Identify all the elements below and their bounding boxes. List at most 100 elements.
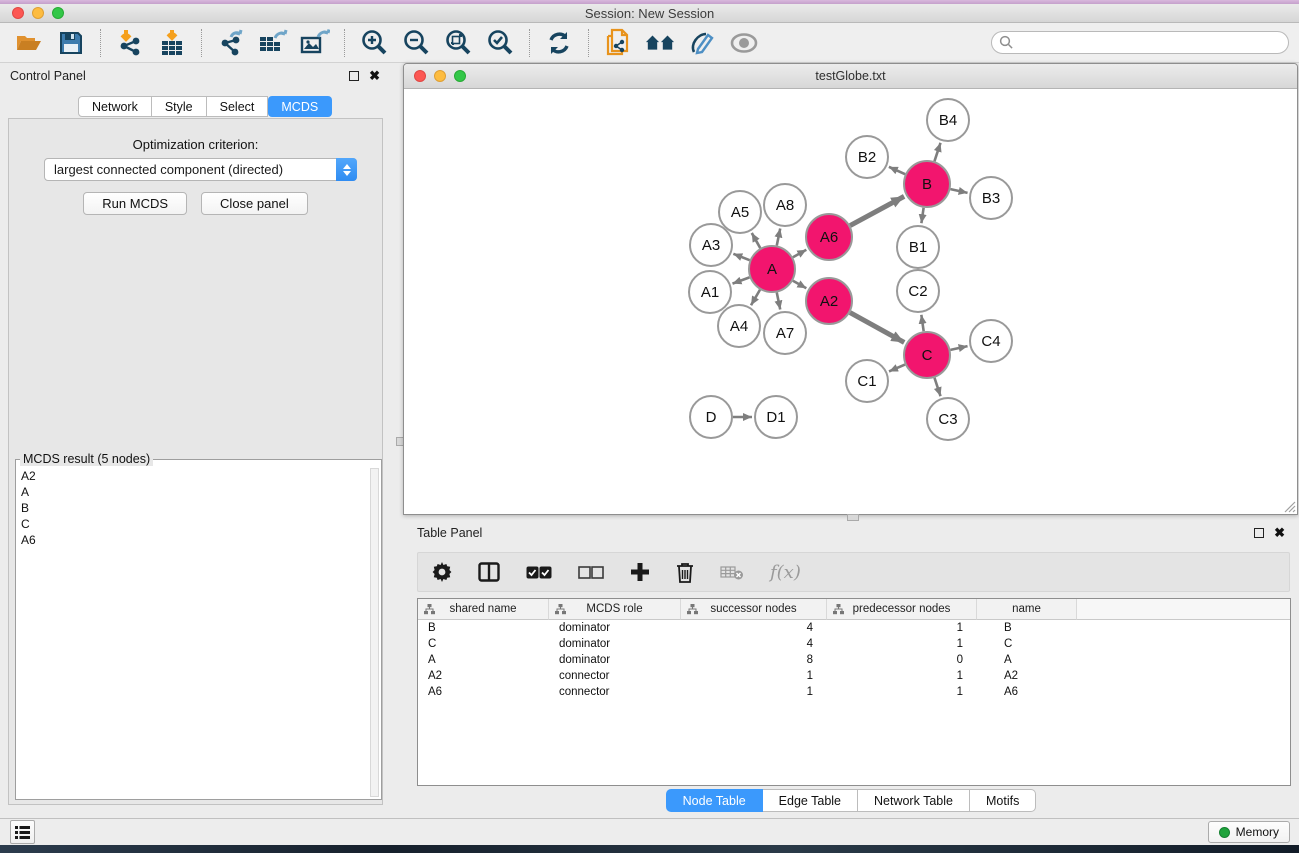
clear-table-icon[interactable] <box>720 564 744 580</box>
resize-grip-icon[interactable] <box>1283 500 1296 513</box>
graph-edge-B-B2[interactable] <box>889 167 905 174</box>
graph-edge-C-C2[interactable] <box>921 315 923 331</box>
result-item[interactable]: A6 <box>18 532 369 548</box>
annotation-off-icon[interactable] <box>687 28 717 58</box>
table-cell[interactable]: 4 <box>681 620 827 636</box>
table-cell[interactable]: connector <box>549 684 681 700</box>
tab-network-table[interactable]: Network Table <box>858 789 970 812</box>
horizontal-divider-grip[interactable] <box>847 514 859 521</box>
graph-edge-A-A6[interactable] <box>793 250 806 258</box>
graph-edge-B-B3[interactable] <box>950 189 967 193</box>
import-network-icon[interactable] <box>115 28 145 58</box>
table-cell[interactable]: A2 <box>418 668 549 684</box>
task-history-button[interactable] <box>10 820 35 844</box>
close-panel-button[interactable]: Close panel <box>201 192 308 215</box>
graph-edge-B-B4[interactable] <box>934 143 940 161</box>
graph-edge-C-C4[interactable] <box>950 346 967 350</box>
float-table-panel-icon[interactable] <box>1254 528 1264 538</box>
graph-edge-C-C3[interactable] <box>934 378 940 396</box>
result-item[interactable]: A <box>18 484 369 500</box>
table-cell[interactable]: A6 <box>977 684 1077 700</box>
network-canvas[interactable]: B4B2BB3A5A8A6B1A3AA1A2C2A4A7C4CC1DD1C3 <box>404 89 1297 514</box>
column-layout-icon[interactable] <box>478 562 500 582</box>
float-panel-icon[interactable] <box>349 71 359 81</box>
table-cell[interactable]: C <box>418 636 549 652</box>
column-header-predecessor-nodes[interactable]: predecessor nodes <box>827 599 977 620</box>
tab-style[interactable]: Style <box>152 96 207 117</box>
table-cell[interactable]: 1 <box>681 668 827 684</box>
select-all-icon[interactable] <box>526 566 552 579</box>
close-panel-icon[interactable]: ✖ <box>369 71 380 81</box>
column-header-shared-name[interactable]: shared name <box>418 599 549 620</box>
mcds-result-list[interactable]: A2 A B C A6 <box>18 468 369 797</box>
tab-edge-table[interactable]: Edge Table <box>763 789 858 812</box>
delete-column-icon[interactable] <box>676 562 694 583</box>
deselect-all-icon[interactable] <box>578 566 604 579</box>
table-cell[interactable]: A <box>418 652 549 668</box>
result-item[interactable]: B <box>18 500 369 516</box>
table-cell[interactable]: B <box>977 620 1077 636</box>
graph-edge-B-B1[interactable] <box>921 208 923 223</box>
tab-motifs[interactable]: Motifs <box>970 789 1036 812</box>
column-header-mcds-role[interactable]: MCDS role <box>549 599 681 620</box>
zoom-in-icon[interactable] <box>359 28 389 58</box>
home-icon[interactable] <box>645 28 675 58</box>
table-cell[interactable]: 4 <box>681 636 827 652</box>
zoom-selected-icon[interactable] <box>485 28 515 58</box>
graph-edge-A-A1[interactable] <box>733 277 750 283</box>
zoom-out-icon[interactable] <box>401 28 431 58</box>
tab-mcds[interactable]: MCDS <box>268 96 332 117</box>
refresh-layout-icon[interactable] <box>544 28 574 58</box>
table-cell[interactable]: A2 <box>977 668 1077 684</box>
export-network-icon[interactable] <box>216 28 246 58</box>
graph-edge-A-A2[interactable] <box>793 281 806 289</box>
search-input[interactable] <box>991 31 1289 54</box>
export-table-icon[interactable] <box>258 28 288 58</box>
table-cell[interactable]: dominator <box>549 636 681 652</box>
graph-edge-A-A5[interactable] <box>752 233 761 248</box>
table-cell[interactable]: 1 <box>827 620 977 636</box>
criterion-dropdown[interactable]: largest connected component (directed) <box>44 158 357 181</box>
result-item[interactable]: C <box>18 516 369 532</box>
graph-edge-A6-B[interactable] <box>850 196 904 225</box>
table-cell[interactable]: 1 <box>827 684 977 700</box>
network-graph[interactable]: B4B2BB3A5A8A6B1A3AA1A2C2A4A7C4CC1DD1C3 <box>404 89 1297 514</box>
save-session-icon[interactable] <box>56 28 86 58</box>
node-table[interactable]: shared name MCDS role successor nodes pr… <box>417 598 1291 786</box>
table-cell[interactable]: connector <box>549 668 681 684</box>
run-mcds-button[interactable]: Run MCDS <box>83 192 187 215</box>
result-item[interactable]: A2 <box>18 468 369 484</box>
settings-gear-icon[interactable] <box>432 562 452 582</box>
column-header-name[interactable]: name <box>977 599 1077 620</box>
table-cell[interactable]: dominator <box>549 652 681 668</box>
table-cell[interactable]: 1 <box>827 668 977 684</box>
memory-button[interactable]: Memory <box>1208 821 1290 843</box>
graph-edge-A-A4[interactable] <box>751 290 760 305</box>
result-scrollbar[interactable] <box>370 468 379 797</box>
tab-node-table[interactable]: Node Table <box>666 789 763 812</box>
table-cell[interactable]: A <box>977 652 1077 668</box>
import-table-icon[interactable] <box>157 28 187 58</box>
graph-edge-A-A7[interactable] <box>777 293 780 310</box>
table-cell[interactable]: dominator <box>549 620 681 636</box>
table-cell[interactable]: B <box>418 620 549 636</box>
table-cell[interactable]: C <box>977 636 1077 652</box>
close-table-panel-icon[interactable]: ✖ <box>1274 528 1285 538</box>
graph-edge-C-C1[interactable] <box>889 365 905 372</box>
export-image-icon[interactable] <box>300 28 330 58</box>
network-window-titlebar[interactable]: testGlobe.txt <box>404 64 1297 89</box>
add-column-icon[interactable] <box>630 562 650 582</box>
graph-edge-A-A3[interactable] <box>733 254 749 260</box>
function-builder-icon[interactable]: f(x) <box>770 562 801 583</box>
graph-edge-A2-C[interactable] <box>850 313 904 343</box>
tab-select[interactable]: Select <box>207 96 269 117</box>
network-document-icon[interactable] <box>603 28 633 58</box>
table-cell[interactable]: 0 <box>827 652 977 668</box>
eye-icon[interactable] <box>729 28 759 58</box>
table-cell[interactable]: 1 <box>827 636 977 652</box>
table-cell[interactable]: A6 <box>418 684 549 700</box>
zoom-fit-icon[interactable] <box>443 28 473 58</box>
graph-edge-A-A8[interactable] <box>777 229 780 246</box>
tab-network[interactable]: Network <box>78 96 152 117</box>
table-cell[interactable]: 1 <box>681 684 827 700</box>
